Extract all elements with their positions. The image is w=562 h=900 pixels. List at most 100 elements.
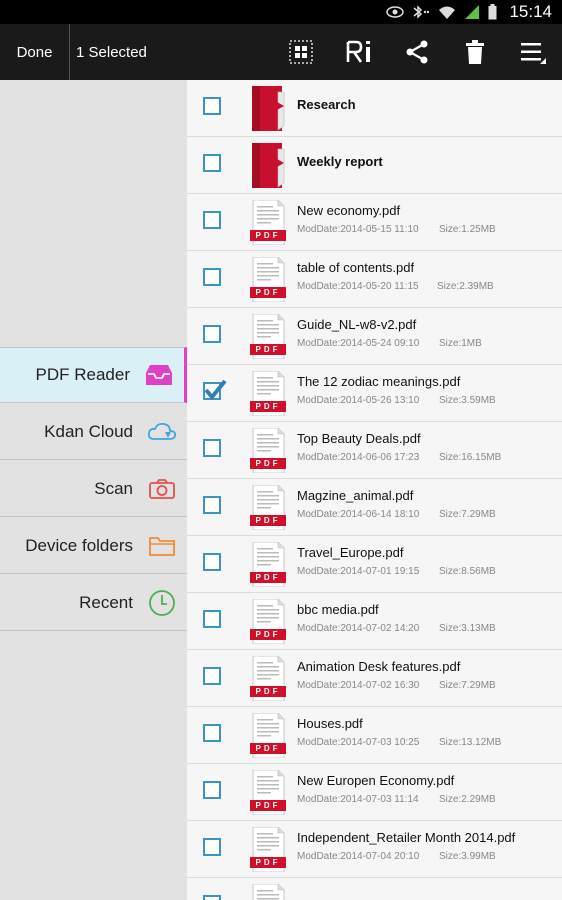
file-row[interactable]: PDF The 12 zodiac meanings.pdf ModDate:201… [187,365,562,422]
file-mod-date: ModDate:2014-05-26 13:10 [297,395,420,406]
pdf-badge: PDF [255,459,281,468]
file-mod-date: ModDate:2014-05-24 09:10 [297,338,420,349]
file-checkbox[interactable] [203,97,221,115]
grid-select-icon [289,40,313,64]
file-checkbox[interactable] [203,496,221,514]
file-row[interactable]: PDF New Europen Economy.pdf ModDate:2014-0… [187,764,562,821]
file-mod-date: ModDate:2014-07-02 14:20 [297,623,420,634]
file-row[interactable]: PDF table of contents.pdf ModDate:2014-05-… [187,251,562,308]
sidebar-item-label: Device folders [25,535,133,555]
file-row[interactable]: Weekly report [187,137,562,194]
file-checkbox[interactable] [203,154,221,172]
file-checkbox[interactable] [203,838,221,856]
file-name: Weekly report [297,154,383,169]
file-row[interactable]: PDF [187,878,562,900]
file-row[interactable]: PDF Guide_NL-w8-v2.pdf ModDate:2014-05-24 … [187,308,562,365]
file-size: Size:3.99MB [439,851,496,862]
file-size: Size:3.13MB [439,623,496,634]
file-size: Size:1.25MB [439,224,496,235]
pdf-badge: PDF [255,402,281,411]
file-name: Magzine_animal.pdf [297,488,414,503]
file-size: Size:8.56MB [439,566,496,577]
sidebar-item-label: Scan [94,478,133,498]
file-mod-date: ModDate:2014-06-14 18:10 [297,509,420,520]
file-list: Research Weekly report PDF New economy.pdf M… [187,80,562,900]
pdf-thumbnail-icon: PDF [250,883,286,900]
file-name: New economy.pdf [297,203,401,218]
file-name: Guide_NL-w8-v2.pdf [297,317,417,332]
file-name: bbc media.pdf [297,602,379,617]
file-row[interactable]: PDF New economy.pdf ModDate:2014-05-15 11:… [187,194,562,251]
select-all-button[interactable] [272,24,330,80]
pdf-badge: PDF [255,858,281,867]
file-checkbox[interactable] [203,325,221,343]
sidebar-item-kdan-cloud[interactable]: Kdan Cloud [0,404,187,460]
file-row[interactable]: PDF Travel_Europe.pdf ModDate:2014-07-01 1… [187,536,562,593]
inbox-icon [144,360,174,390]
sidebar-item-pdf-reader[interactable]: PDF Reader [0,347,187,403]
camera-icon [147,474,177,504]
rename-icon [346,40,370,63]
rename-button[interactable] [330,24,388,80]
file-mod-date: ModDate:2014-07-04 20:10 [297,851,420,862]
selection-count: 1 Selected [76,43,147,61]
file-checkbox[interactable] [203,379,227,401]
file-row[interactable]: PDF Animation Desk features.pdf ModDate:20… [187,650,562,707]
status-bar: 15:14 [0,0,562,24]
pdf-thumbnail-icon: PDF [250,769,286,816]
file-row[interactable]: PDF bbc media.pdf ModDate:2014-07-02 14:20… [187,593,562,650]
sidebar-item-label: PDF Reader [35,365,130,384]
delete-button[interactable] [446,24,504,80]
sidebar-item-device-folders[interactable]: Device folders [0,518,187,574]
pdf-badge: PDF [255,744,281,753]
file-row[interactable]: PDF Houses.pdf ModDate:2014-07-03 10:25 Siz… [187,707,562,764]
done-button[interactable]: Done [0,24,70,80]
file-checkbox[interactable] [203,553,221,571]
file-row[interactable]: PDF Top Beauty Deals.pdf ModDate:2014-06-0… [187,422,562,479]
file-checkbox[interactable] [203,439,221,457]
file-size: Size:1MB [439,338,482,349]
file-checkbox[interactable] [203,781,221,799]
file-checkbox[interactable] [203,610,221,628]
sidebar-item-label: Kdan Cloud [44,421,133,441]
share-icon [406,40,428,64]
pdf-thumbnail-icon: PDF [250,313,286,360]
wifi-icon [439,6,456,19]
file-size: Size:2.29MB [439,794,496,805]
file-name: Research [297,97,356,112]
file-size: Size:13.12MB [439,737,502,748]
file-name: Houses.pdf [297,716,363,731]
pdf-thumbnail-icon: PDF [250,826,286,873]
pdf-thumbnail-icon: PDF [250,598,286,645]
sidebar-item-label: Recent [79,592,133,612]
file-checkbox[interactable] [203,724,221,742]
pdf-badge: PDF [255,630,281,639]
file-name: Top Beauty Deals.pdf [297,431,421,446]
file-checkbox[interactable] [203,268,221,286]
file-row[interactable]: PDF Independent_Retailer Month 2014.pdf Mo… [187,821,562,878]
file-row[interactable]: PDF Magzine_animal.pdf ModDate:2014-06-14 … [187,479,562,536]
pdf-badge: PDF [255,687,281,696]
battery-icon [488,4,497,20]
pdf-badge: PDF [255,345,281,354]
pdf-thumbnail-icon: PDF [250,370,286,417]
action-bar: Done 1 Selected [0,24,562,80]
pdf-thumbnail-icon: PDF [250,484,286,531]
checkmark-icon [204,379,227,401]
overflow-menu-button[interactable] [504,24,562,80]
file-name: table of contents.pdf [297,260,415,275]
pdf-thumbnail-icon: PDF [250,712,286,759]
file-row[interactable]: Research [187,80,562,137]
file-checkbox[interactable] [203,667,221,685]
sidebar-item-recent[interactable]: Recent [0,575,187,631]
folder-icon [147,531,177,561]
file-size: Size:16.15MB [439,452,502,463]
file-checkbox[interactable] [203,211,221,229]
file-mod-date: ModDate:2014-07-03 11:14 [297,794,419,805]
pdf-badge: PDF [255,288,281,297]
sidebar-item-scan[interactable]: Scan [0,461,187,517]
eye-icon [386,6,405,18]
file-checkbox[interactable] [203,895,221,900]
pdf-badge: PDF [255,516,281,525]
share-button[interactable] [388,24,446,80]
